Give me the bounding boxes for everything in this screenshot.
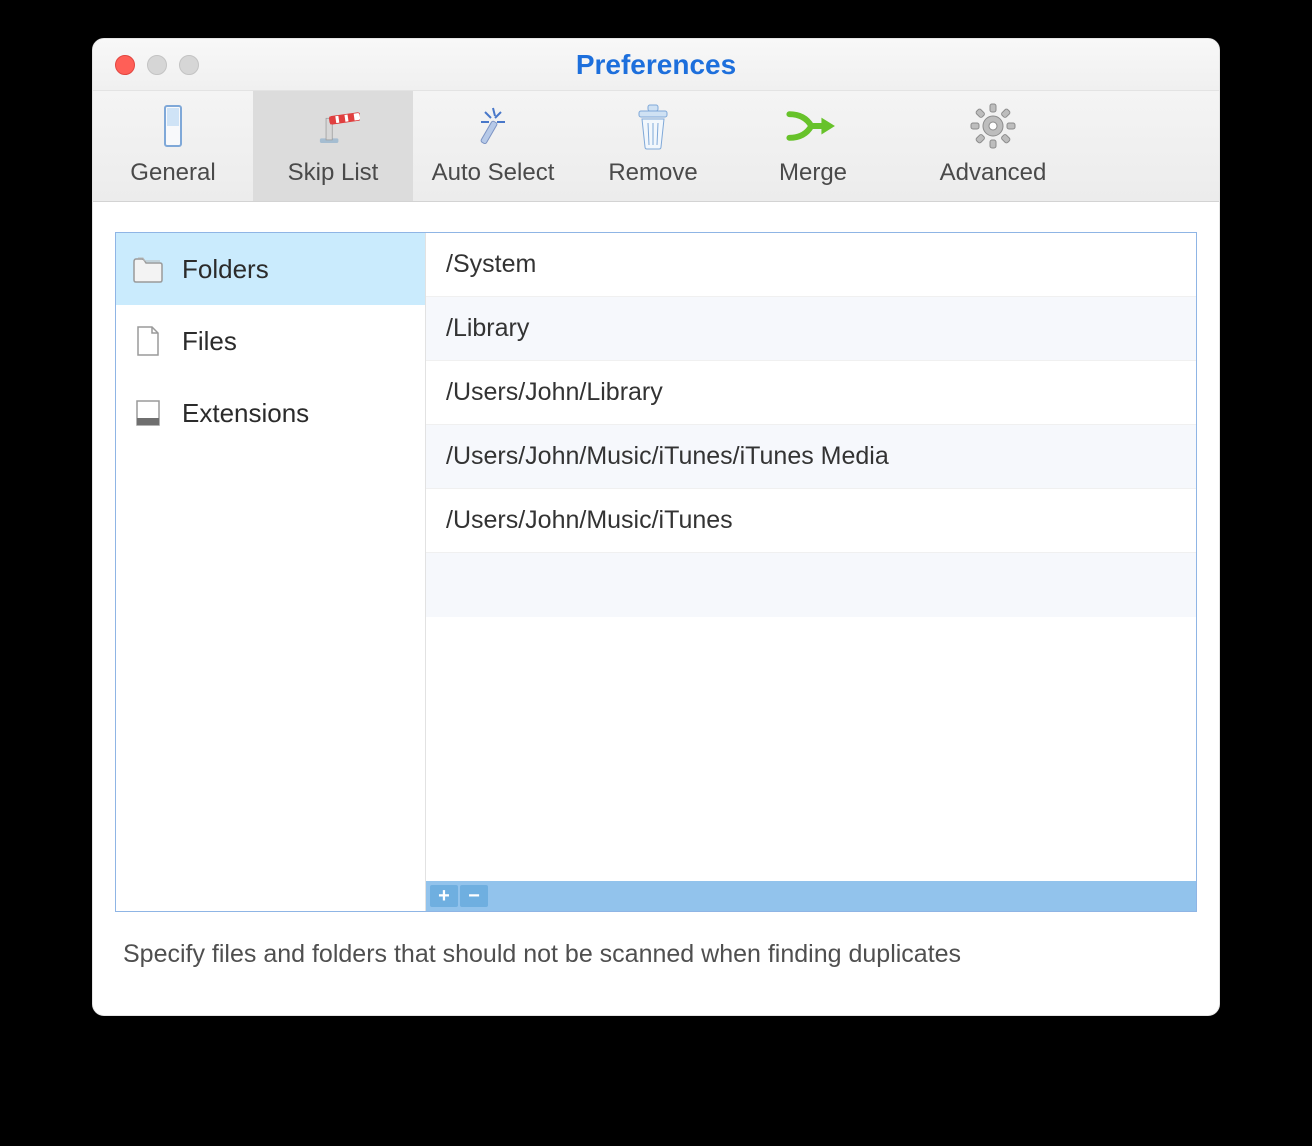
sidebar-item-label: Extensions: [182, 398, 309, 429]
path-text: /System: [446, 250, 536, 279]
list-item[interactable]: /Users/John/Music/iTunes/iTunes Media: [426, 425, 1196, 489]
folder-icon: [132, 253, 164, 285]
extension-icon: [132, 397, 164, 429]
tab-general[interactable]: General: [93, 91, 253, 201]
close-button[interactable]: [115, 55, 135, 75]
content-area: Folders Files: [93, 202, 1219, 1015]
plus-icon: +: [438, 885, 450, 908]
list-item[interactable]: [426, 553, 1196, 617]
tab-merge[interactable]: Merge: [733, 91, 893, 201]
sidebar-item-label: Folders: [182, 254, 269, 285]
tab-label: Remove: [608, 159, 697, 187]
path-text: /Users/John/Music/iTunes: [446, 506, 733, 535]
sidebar-item-files[interactable]: Files: [116, 305, 425, 377]
magic-wand-icon: [466, 101, 520, 151]
window-title: Preferences: [93, 49, 1219, 81]
trash-icon: [626, 101, 680, 151]
toolbar: General Skip List: [93, 91, 1219, 202]
list-item[interactable]: /Users/John/Library: [426, 361, 1196, 425]
category-sidebar: Folders Files: [116, 233, 426, 911]
path-text: /Library: [446, 314, 529, 343]
preferences-window: Preferences General: [92, 38, 1220, 1016]
add-button[interactable]: +: [430, 885, 458, 907]
tab-label: Skip List: [288, 159, 379, 187]
switch-icon: [146, 101, 200, 151]
list-footer: + −: [426, 881, 1196, 911]
tab-remove[interactable]: Remove: [573, 91, 733, 201]
list-item[interactable]: /System: [426, 233, 1196, 297]
skip-list: /System /Library /Users/John/Library /Us…: [426, 233, 1196, 911]
skip-list-pane: Folders Files: [115, 232, 1197, 912]
list-item[interactable]: /Library: [426, 297, 1196, 361]
zoom-button[interactable]: [179, 55, 199, 75]
sidebar-item-extensions[interactable]: Extensions: [116, 377, 425, 449]
barrier-icon: [306, 101, 360, 151]
minimize-button[interactable]: [147, 55, 167, 75]
help-text: Specify files and folders that should no…: [115, 912, 1197, 997]
sidebar-item-folders[interactable]: Folders: [116, 233, 425, 305]
tab-auto-select[interactable]: Auto Select: [413, 91, 573, 201]
minus-icon: −: [468, 885, 480, 908]
merge-arrow-icon: [786, 101, 840, 151]
remove-button[interactable]: −: [460, 885, 488, 907]
tab-advanced[interactable]: Advanced: [893, 91, 1093, 201]
list-item[interactable]: /Users/John/Music/iTunes: [426, 489, 1196, 553]
tab-skip-list[interactable]: Skip List: [253, 91, 413, 201]
tab-label: Auto Select: [432, 159, 555, 187]
tab-label: Merge: [779, 159, 847, 187]
tab-label: General: [130, 159, 215, 187]
path-text: /Users/John/Music/iTunes/iTunes Media: [446, 442, 889, 471]
tab-label: Advanced: [940, 159, 1047, 187]
skip-list-rows: /System /Library /Users/John/Library /Us…: [426, 233, 1196, 881]
sidebar-item-label: Files: [182, 326, 237, 357]
file-icon: [132, 325, 164, 357]
titlebar: Preferences: [93, 39, 1219, 91]
path-text: /Users/John/Library: [446, 378, 663, 407]
traffic-lights: [93, 55, 199, 75]
gear-icon: [966, 101, 1020, 151]
